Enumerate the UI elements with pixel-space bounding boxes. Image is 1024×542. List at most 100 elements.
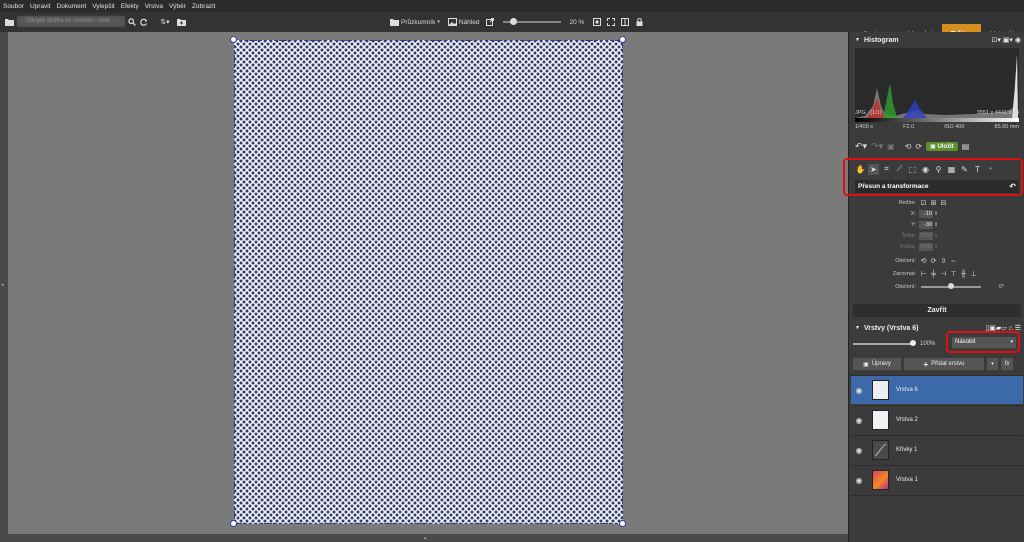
fit-icon[interactable] [592,18,602,26]
align-right-icon[interactable]: ⊣ [939,270,948,279]
tools-highlight [843,158,1023,196]
fullscreen-icon[interactable] [606,18,616,26]
layer-item[interactable]: ◉ Vrstva 6 [851,375,1023,404]
rotate-left-icon[interactable]: ⟲ [905,142,912,151]
effects-button[interactable]: fx [1001,358,1013,370]
mode-skew-icon[interactable]: ⊟ [939,199,948,208]
compare-icon[interactable] [620,18,630,26]
view-controls: Průzkumník ▾ Náhled 20 % [388,16,644,28]
menu-dokument[interactable]: Dokument [57,3,87,10]
menu-soubor[interactable]: Soubor [3,3,24,10]
left-panel-toggle[interactable]: ◂ [0,32,8,542]
transform-handle-top-right[interactable] [619,36,626,43]
align-bottom-icon[interactable]: ⊥ [969,270,978,279]
focal-length: 85.00 mm [994,124,1019,130]
layer-thumbnail [872,380,889,400]
explorer-button[interactable]: Průzkumník ▾ [388,17,442,28]
file-format: JPG [855,110,866,116]
menu-vrstva[interactable]: Vrstva [145,3,163,10]
height-stepper-icon[interactable]: ⇕ [934,244,938,250]
collapse-triangle-icon[interactable]: ▼ [855,325,860,331]
rotation-slider[interactable] [921,283,981,289]
y-input[interactable]: -30 [919,221,933,229]
search-icon[interactable] [127,16,137,27]
width-input[interactable]: 3550 [919,232,933,240]
layer-thumbnail [872,470,889,490]
shutter-speed: 1/400 s [855,124,874,130]
rotate-cw-icon[interactable]: ⟳ [929,257,938,266]
undo-icon[interactable]: ↶▾ [855,141,867,152]
histogram-title: Histogram [863,36,899,44]
histogram-header[interactable]: ▼ Histogram ⊡▾ ▣▾ ◉ [849,33,1024,47]
align-top-icon[interactable]: ⊤ [949,270,958,279]
layer-item[interactable]: ◉ Vrstva 1 [851,465,1023,494]
align-middle-icon[interactable]: ╫ [959,270,968,279]
adjustments-button[interactable]: ▣ Úpravy [853,358,901,370]
x-stepper-icon[interactable]: ⇕ [934,211,938,217]
explorer-icon [390,19,399,26]
preview-button[interactable]: Náhled [446,17,482,28]
history-icon[interactable]: ▣ [887,142,895,151]
histogram-options-icon[interactable]: ⊡▾ ▣▾ ◉ [991,36,1021,44]
layer-item[interactable]: ◉ Křivky 1 [851,435,1023,464]
opacity-slider[interactable] [853,340,916,346]
flip-vertical-icon[interactable]: ⇳ [939,257,948,266]
y-row: Y: -30 ⇕ [849,220,1024,230]
height-input[interactable]: 4438 [919,243,933,251]
eye-icon[interactable]: ◉ [851,446,867,455]
opacity-slider-knob[interactable] [910,340,916,346]
redo-icon[interactable]: ↷▾ [871,141,883,152]
chevron-left-icon: ◂ [1,282,4,288]
x-row: X: -10 ⇕ [849,209,1024,219]
menu-vyber[interactable]: Výběr [169,3,186,10]
zoom-slider[interactable] [503,18,562,25]
transform-handle-bottom-left[interactable] [230,520,237,527]
file-count: (1/1) [870,110,882,116]
mode-scale-icon[interactable]: ⊞ [929,199,938,208]
transform-handle-top-left[interactable] [230,36,237,43]
align-row: Zarovnat: ⊢ ╪ ⊣ ⊤ ╫ ⊥ [849,269,1024,279]
zoom-slider-knob[interactable] [510,18,518,25]
flip-horizontal-icon[interactable]: ⇔ [949,257,958,266]
menu-vylepsit[interactable]: Vylepšit [92,3,115,10]
mode-move-icon[interactable]: ⊡ [919,199,928,208]
layer-item[interactable]: ◉ Vrstva 2 [851,405,1023,434]
rotate-right-icon[interactable]: ⟳ [915,142,922,151]
menu-upravit[interactable]: Upravit [30,3,51,10]
add-layer-dropdown[interactable]: ▾ [987,358,998,370]
path-field[interactable]: ...\Skrytá složka se vzorem - rastr [17,16,125,27]
external-link-icon[interactable] [485,18,495,26]
close-button[interactable]: Zavřít [853,304,1021,317]
lock-icon[interactable] [634,18,644,26]
rotate-row: Otočení: ⟲ ⟳ ⇳ ⇔ [849,256,1024,266]
halftone-image[interactable] [234,40,623,524]
menu-zobrazit[interactable]: Zobrazit [192,3,215,10]
eye-icon[interactable]: ◉ [851,386,867,395]
folder-plus-icon[interactable] [176,16,186,27]
add-layer-button[interactable]: + Přidat vrstvu [904,358,984,370]
align-center-h-icon[interactable]: ╪ [929,270,938,279]
bottom-panel-toggle[interactable]: ▴ [8,534,848,542]
folder-icon[interactable] [4,16,14,27]
layer-thumbnail [872,410,889,430]
rotate-ccw-icon[interactable]: ⟲ [919,257,928,266]
eye-icon[interactable]: ◉ [851,476,867,485]
align-left-icon[interactable]: ⊢ [919,270,928,279]
adjustments-icon: ▣ [863,361,869,368]
x-input[interactable]: -10 [919,210,933,218]
iso: ISO 400 [944,124,965,130]
y-stepper-icon[interactable]: ⇕ [934,222,938,228]
chevron-up-icon: ▴ [424,535,427,541]
rotation-slider-knob[interactable] [948,283,954,289]
sort-icon[interactable]: ⇅▾ [156,16,174,27]
transform-handle-bottom-right[interactable] [619,520,626,527]
x-label: X: [910,211,916,217]
refresh-icon[interactable] [139,16,149,27]
rotation-value: 0° [999,284,1005,290]
menu-efekty[interactable]: Efekty [121,3,139,10]
save-button[interactable]: ▣ Uložit [926,141,958,151]
export-icon[interactable]: ▤ [962,142,970,151]
collapse-triangle-icon[interactable]: ▼ [855,37,860,43]
eye-icon[interactable]: ◉ [851,416,867,425]
width-stepper-icon[interactable]: ⇕ [934,233,938,239]
